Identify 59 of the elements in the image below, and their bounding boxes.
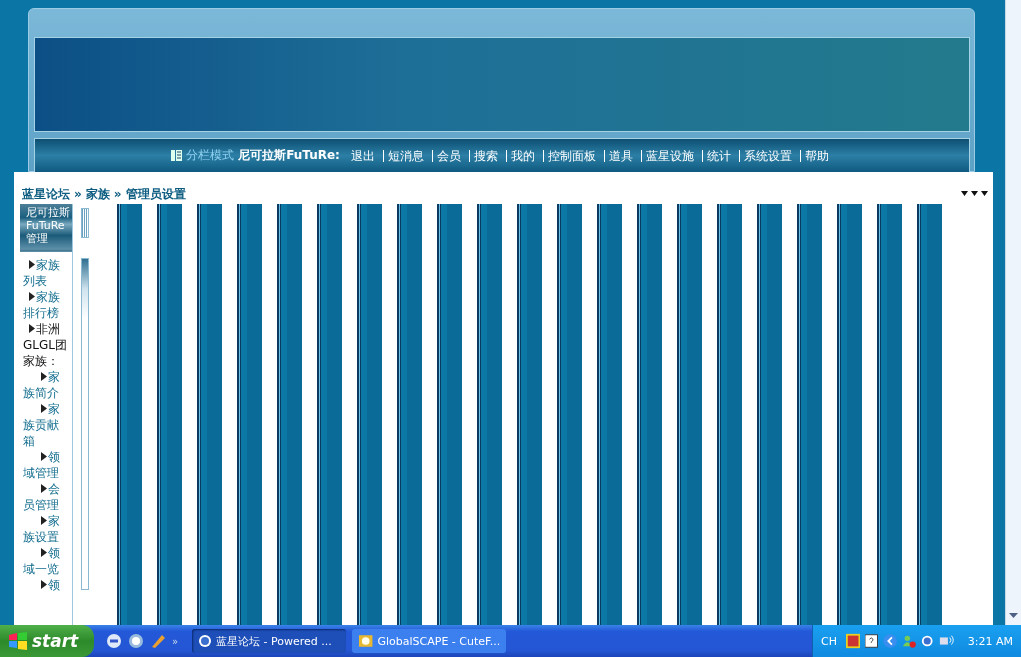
- network-icon[interactable]: [938, 634, 955, 648]
- username: 尼可拉斯FuTuRe:: [238, 147, 340, 164]
- scroll-down-icon[interactable]: [1009, 613, 1018, 619]
- help-icon[interactable]: [865, 634, 878, 648]
- nav-link[interactable]: 我的: [505, 149, 539, 162]
- more-chevron[interactable]: »: [172, 636, 179, 647]
- nav-link[interactable]: 短消息: [382, 149, 428, 162]
- taskbar-button[interactable]: GlobalSCAPE - CuteF...: [352, 629, 507, 653]
- arrow-icon: [41, 404, 47, 413]
- sidebar-link[interactable]: 家族贡献箱: [23, 401, 69, 449]
- start-button[interactable]: start: [0, 625, 94, 657]
- sidebar-link[interactable]: 领域管理: [23, 449, 69, 481]
- dropdown-arrows-icon[interactable]: [961, 191, 989, 197]
- nav-link[interactable]: 统计: [701, 149, 735, 162]
- nav-link[interactable]: 搜索: [468, 149, 502, 162]
- arrow-icon: [41, 484, 47, 493]
- nav-link[interactable]: 控制面板: [542, 149, 600, 162]
- scrollbar[interactable]: [1005, 0, 1021, 625]
- smiley-box-icon: [358, 634, 374, 648]
- circle-app-icon[interactable]: [921, 634, 934, 648]
- sidebar-link[interactable]: 领域一览: [23, 545, 69, 577]
- language-indicator[interactable]: CH: [821, 634, 837, 648]
- breadcrumb-link[interactable]: 蓝星论坛: [22, 185, 70, 203]
- breadcrumb-separator: »: [113, 187, 122, 201]
- clock: 3:21 AM: [967, 634, 1013, 648]
- nav-link[interactable]: 退出: [346, 149, 379, 162]
- columns-icon[interactable]: [171, 150, 183, 161]
- windows-flag-icon: [8, 632, 28, 650]
- sidebar-link[interactable]: 会员管理: [23, 481, 69, 513]
- group-label: 非洲GLGL团家族：: [23, 321, 68, 369]
- sidebar-link[interactable]: 家族简介: [23, 369, 69, 401]
- nav-link[interactable]: 系统设置: [738, 149, 796, 162]
- nav-link[interactable]: 会员: [431, 149, 465, 162]
- pencil-icon[interactable]: [150, 633, 166, 649]
- arrow-icon: [41, 452, 47, 461]
- arrow-icon: [29, 324, 35, 333]
- breadcrumb-link[interactable]: 管理员设置: [125, 185, 186, 203]
- nav-link[interactable]: 帮助: [799, 149, 833, 162]
- circle-app-icon: [198, 634, 213, 648]
- sidebar-link[interactable]: 家族列表: [23, 257, 69, 289]
- arrow-icon: [41, 548, 47, 557]
- arrow-icon: [41, 372, 47, 381]
- circle-app-icon[interactable]: [128, 633, 144, 649]
- view-mode-link[interactable]: 分栏模式: [186, 147, 235, 164]
- arrow-icon: [41, 580, 47, 589]
- arrow-icon: [41, 516, 47, 525]
- nav-link[interactable]: 蓝星设施: [640, 149, 698, 162]
- arrow-icon: [29, 292, 35, 301]
- breadcrumb-separator: »: [74, 187, 82, 201]
- sidebar-link[interactable]: 领: [23, 577, 69, 593]
- sidebar-link[interactable]: 家族排行榜: [23, 289, 69, 321]
- taskbar-button[interactable]: 蓝星论坛 - Powered ...: [192, 629, 347, 653]
- sidebar-title: 尼可拉斯FuTuRe管理: [20, 204, 72, 252]
- user-status-icon[interactable]: [901, 633, 917, 649]
- sidebar-link[interactable]: 家族设置: [23, 513, 69, 545]
- arrow-icon: [29, 260, 35, 269]
- breadcrumb-link[interactable]: 家族: [85, 185, 110, 203]
- nav-link[interactable]: 道具: [603, 149, 637, 162]
- scroll-marker: [81, 208, 89, 238]
